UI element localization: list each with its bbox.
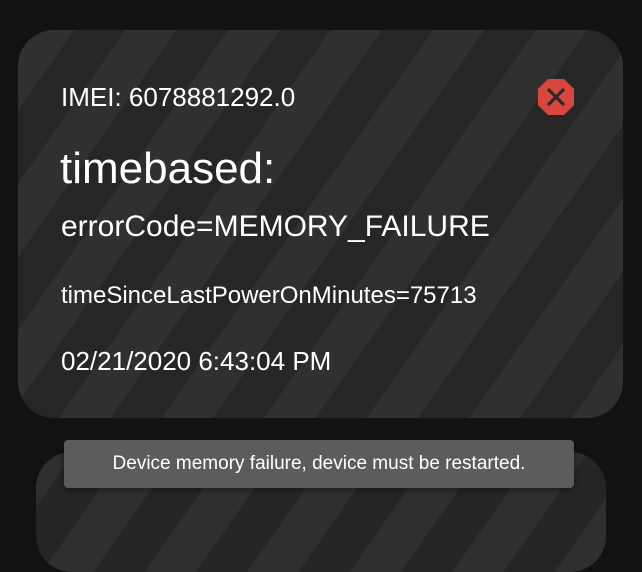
toast-message: Device memory failure, device must be re… — [64, 440, 574, 488]
notification-heading: timebased: — [60, 144, 276, 193]
close-button[interactable] — [536, 77, 576, 117]
notification-timestamp: 02/21/2020 6:43:04 PM — [61, 346, 332, 376]
imei-label: IMEI: 6078881292.0 — [61, 82, 296, 112]
close-octagon-icon — [538, 79, 574, 115]
notification-card[interactable]: IMEI: 6078881292.0 timebased: errorCode=… — [18, 30, 623, 418]
uptime-detail-text: timeSinceLastPowerOnMinutes=75713 — [61, 282, 477, 309]
error-code-text: errorCode=MEMORY_FAILURE — [61, 210, 490, 243]
